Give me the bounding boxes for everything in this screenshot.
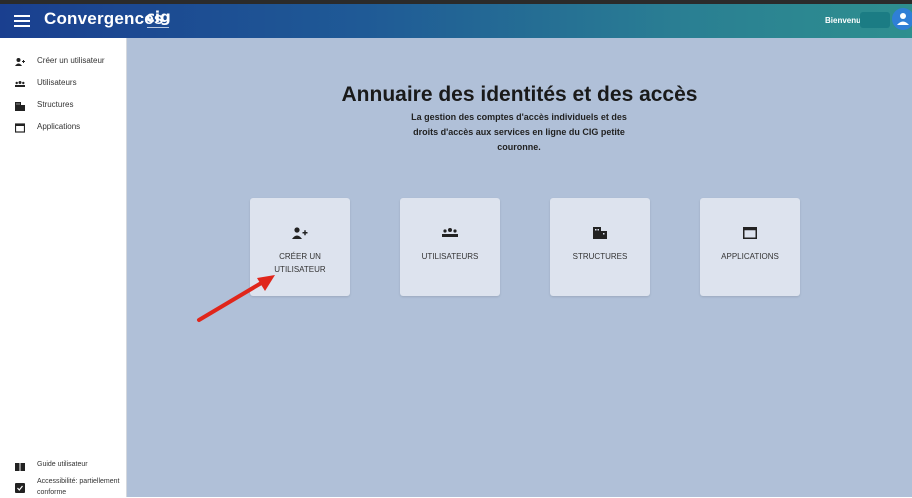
- sidebar-item-accessibility[interactable]: Accessibilité: partiellement conforme: [0, 476, 126, 498]
- logo-underline: [147, 27, 169, 28]
- building-icon: [15, 102, 25, 111]
- window-icon: [743, 227, 757, 239]
- card-label: UTILISATEURS: [421, 252, 479, 261]
- window-icon: [15, 123, 25, 133]
- sidebar-item-label: Accessibilité: partiellement conforme: [37, 478, 120, 496]
- users-icon: [442, 228, 458, 237]
- add-user-icon: [292, 227, 308, 239]
- sidebar-item-label: Utilisateurs: [37, 78, 77, 87]
- card-label: STRUCTURES: [572, 252, 628, 261]
- add-user-icon: [15, 58, 25, 66]
- user-icon: [897, 13, 909, 25]
- card-applications[interactable]: APPLICATIONS: [700, 198, 800, 296]
- building-icon: [593, 227, 607, 239]
- card-users[interactable]: UTILISATEURS: [400, 198, 500, 296]
- sidebar: Créer un utilisateur Utilisateurs Struct…: [0, 38, 127, 497]
- main-content: Annuaire des identités et des accès La g…: [127, 38, 912, 497]
- hamburger-menu-icon[interactable]: [14, 12, 30, 28]
- username-redacted: [860, 12, 890, 28]
- card-label: APPLICATIONS: [721, 252, 779, 261]
- page-title: Annuaire des identités et des accès: [341, 83, 698, 106]
- sidebar-item-create-user[interactable]: Créer un utilisateur: [0, 53, 126, 73]
- sidebar-item-label: Guide utilisateur: [37, 461, 88, 468]
- book-icon: [15, 463, 25, 471]
- top-bar: Convergences cig Bienvenue,: [0, 0, 912, 38]
- page-subtitle: La gestion des comptes d'accès individue…: [411, 112, 627, 152]
- accessibility-icon: [15, 483, 25, 493]
- sidebar-item-applications[interactable]: Applications: [0, 119, 126, 139]
- sidebar-item-label: Applications: [37, 122, 81, 131]
- sidebar-item-structures[interactable]: Structures: [0, 97, 126, 117]
- cig-logo: cig: [146, 8, 171, 26]
- users-icon: [15, 81, 25, 87]
- sidebar-item-label: Structures: [37, 100, 74, 109]
- card-structures[interactable]: STRUCTURES: [550, 198, 650, 296]
- user-avatar-button[interactable]: [892, 8, 912, 30]
- annotation-arrow-icon: [197, 275, 275, 322]
- sidebar-item-users[interactable]: Utilisateurs: [0, 75, 126, 95]
- sidebar-item-label: Créer un utilisateur: [37, 56, 105, 65]
